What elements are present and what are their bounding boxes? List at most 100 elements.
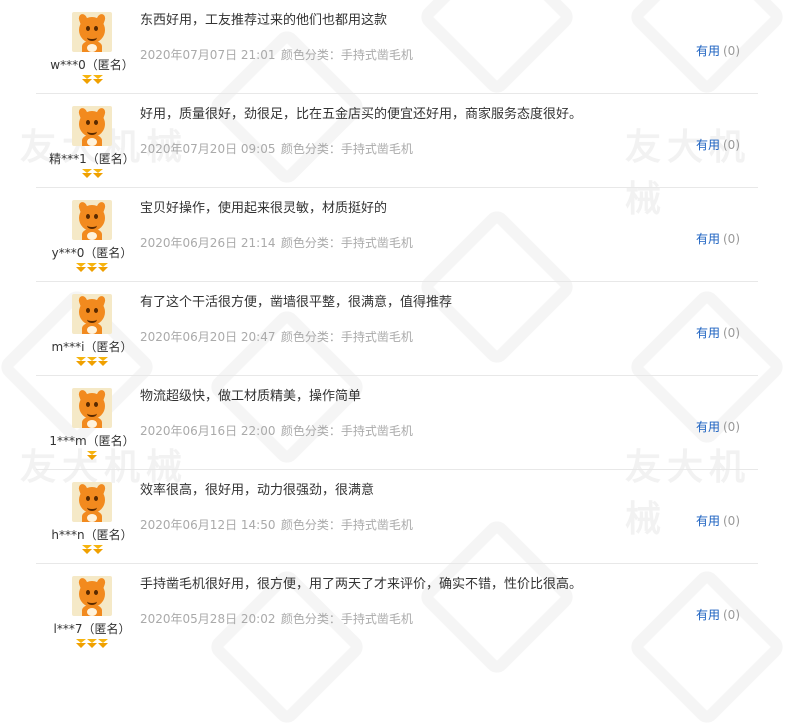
avatar[interactable] xyxy=(72,576,112,616)
diamond-icon xyxy=(76,357,86,366)
avatar[interactable] xyxy=(72,482,112,522)
useful-vote: 有用 (0) xyxy=(696,418,740,435)
review-row: 精***1（匿名） 好用，质量很好，劲很足，比在五金店买的便宜还好用，商家服务态… xyxy=(36,94,758,188)
review-row: h***n（匿名） 效率很高，很好用，动力很强劲，很满意 2020年06月12日… xyxy=(36,470,758,564)
credit-level-badge xyxy=(36,357,148,367)
useful-button[interactable]: 有用 xyxy=(696,514,720,528)
diamond-icon xyxy=(87,263,97,272)
review-content: 宝贝好操作，使用起来很灵敏，材质挺好的 2020年06月26日 21:14 颜色… xyxy=(140,200,700,251)
diamond-icon xyxy=(92,75,103,84)
diamond-icon xyxy=(98,263,108,272)
review-text: 效率很高，很好用，动力很强劲，很满意 xyxy=(140,483,375,498)
review-text: 宝贝好操作，使用起来很灵敏，材质挺好的 xyxy=(140,201,388,216)
useful-vote: 有用 (0) xyxy=(696,42,740,59)
review-row: l***7（匿名） 手持凿毛机很好用，很方便，用了两天了才来评价，确实不错，性价… xyxy=(36,564,758,657)
review-date: 2020年07月20日 09:05 xyxy=(140,142,276,156)
review-sku: 颜色分类：手持式凿毛机 xyxy=(280,518,413,532)
review-row: y***0（匿名） 宝贝好操作，使用起来很灵敏，材质挺好的 2020年06月26… xyxy=(36,188,758,282)
useful-count: (0) xyxy=(723,326,740,340)
diamond-icon xyxy=(81,75,92,84)
reviewer-name: l***7（匿名） xyxy=(53,622,131,636)
useful-button[interactable]: 有用 xyxy=(696,420,720,434)
review-date: 2020年06月26日 21:14 xyxy=(140,236,276,250)
useful-button[interactable]: 有用 xyxy=(696,608,720,622)
avatar[interactable] xyxy=(72,200,112,240)
credit-level-badge xyxy=(36,545,148,555)
review-meta: 2020年06月16日 22:00 颜色分类：手持式凿毛机 xyxy=(140,422,700,439)
review-content: 好用，质量很好，劲很足，比在五金店买的便宜还好用，商家服务态度很好。 2020年… xyxy=(140,106,700,157)
review-text: 东西好用，工友推荐过来的他们也都用这款 xyxy=(140,13,388,28)
review-date: 2020年05月28日 20:02 xyxy=(140,612,276,626)
avatar[interactable] xyxy=(72,106,112,146)
review-content: 有了这个干活很方便，凿墙很平整，很满意，值得推荐 2020年06月20日 20:… xyxy=(140,294,700,345)
useful-vote: 有用 (0) xyxy=(696,136,740,153)
useful-count: (0) xyxy=(723,514,740,528)
review-date: 2020年06月16日 22:00 xyxy=(140,424,276,438)
reviewer: l***7（匿名） xyxy=(36,576,148,649)
review-row: w***0（匿名） 东西好用，工友推荐过来的他们也都用这款 2020年07月07… xyxy=(36,0,758,94)
useful-count: (0) xyxy=(723,44,740,58)
avatar[interactable] xyxy=(72,388,112,428)
review-sku: 颜色分类：手持式凿毛机 xyxy=(280,48,413,62)
review-meta: 2020年07月20日 09:05 颜色分类：手持式凿毛机 xyxy=(140,140,700,157)
review-meta: 2020年05月28日 20:02 颜色分类：手持式凿毛机 xyxy=(140,610,700,627)
diamond-icon xyxy=(92,545,103,554)
review-text: 手持凿毛机很好用，很方便，用了两天了才来评价，确实不错，性价比很高。 xyxy=(140,577,583,592)
useful-button[interactable]: 有用 xyxy=(696,44,720,58)
useful-button[interactable]: 有用 xyxy=(696,326,720,340)
reviewer-name: h***n（匿名） xyxy=(51,528,133,542)
useful-button[interactable]: 有用 xyxy=(696,138,720,152)
review-text: 有了这个干活很方便，凿墙很平整，很满意，值得推荐 xyxy=(140,295,453,310)
review-sku: 颜色分类：手持式凿毛机 xyxy=(280,612,413,626)
review-content: 东西好用，工友推荐过来的他们也都用这款 2020年07月07日 21:01 颜色… xyxy=(140,12,700,63)
review-meta: 2020年06月26日 21:14 颜色分类：手持式凿毛机 xyxy=(140,234,700,251)
diamond-icon xyxy=(98,639,108,648)
useful-count: (0) xyxy=(723,138,740,152)
review-list: w***0（匿名） 东西好用，工友推荐过来的他们也都用这款 2020年07月07… xyxy=(36,0,758,657)
diamond-icon xyxy=(87,639,97,648)
credit-level-badge xyxy=(36,75,148,85)
review-meta: 2020年07月07日 21:01 颜色分类：手持式凿毛机 xyxy=(140,46,700,63)
reviewer-name: m***i（匿名） xyxy=(51,340,133,354)
useful-vote: 有用 (0) xyxy=(696,230,740,247)
diamond-icon xyxy=(76,263,86,272)
diamond-icon xyxy=(76,639,86,648)
review-row: 1***m（匿名） 物流超级快，做工材质精美，操作简单 2020年06月16日 … xyxy=(36,376,758,470)
reviewer: y***0（匿名） xyxy=(36,200,148,273)
useful-count: (0) xyxy=(723,232,740,246)
reviewer-name: 精***1（匿名） xyxy=(49,152,135,166)
diamond-icon xyxy=(92,169,103,178)
useful-vote: 有用 (0) xyxy=(696,606,740,623)
review-text: 物流超级快，做工材质精美，操作简单 xyxy=(140,389,362,404)
credit-level-badge xyxy=(36,169,148,179)
review-sku: 颜色分类：手持式凿毛机 xyxy=(280,236,413,250)
review-content: 物流超级快，做工材质精美，操作简单 2020年06月16日 22:00 颜色分类… xyxy=(140,388,700,439)
review-text: 好用，质量很好，劲很足，比在五金店买的便宜还好用，商家服务态度很好。 xyxy=(140,107,583,122)
avatar[interactable] xyxy=(72,294,112,334)
diamond-icon xyxy=(81,545,92,554)
useful-count: (0) xyxy=(723,608,740,622)
reviewer: 精***1（匿名） xyxy=(36,106,148,179)
review-meta: 2020年06月12日 14:50 颜色分类：手持式凿毛机 xyxy=(140,516,700,533)
diamond-icon xyxy=(81,169,92,178)
reviewer: h***n（匿名） xyxy=(36,482,148,555)
useful-count: (0) xyxy=(723,420,740,434)
reviewer: w***0（匿名） xyxy=(36,12,148,85)
useful-button[interactable]: 有用 xyxy=(696,232,720,246)
review-meta: 2020年06月20日 20:47 颜色分类：手持式凿毛机 xyxy=(140,328,700,345)
credit-level-badge xyxy=(36,451,148,461)
reviewer-name: w***0（匿名） xyxy=(50,58,134,72)
review-date: 2020年06月12日 14:50 xyxy=(140,518,276,532)
credit-level-badge xyxy=(36,639,148,649)
reviewer: 1***m（匿名） xyxy=(36,388,148,461)
useful-vote: 有用 (0) xyxy=(696,324,740,341)
review-sku: 颜色分类：手持式凿毛机 xyxy=(280,424,413,438)
credit-level-badge xyxy=(36,263,148,273)
review-sku: 颜色分类：手持式凿毛机 xyxy=(280,142,413,156)
review-date: 2020年07月07日 21:01 xyxy=(140,48,276,62)
review-content: 效率很高，很好用，动力很强劲，很满意 2020年06月12日 14:50 颜色分… xyxy=(140,482,700,533)
reviewer: m***i（匿名） xyxy=(36,294,148,367)
avatar[interactable] xyxy=(72,12,112,52)
review-date: 2020年06月20日 20:47 xyxy=(140,330,276,344)
diamond-icon xyxy=(87,357,97,366)
